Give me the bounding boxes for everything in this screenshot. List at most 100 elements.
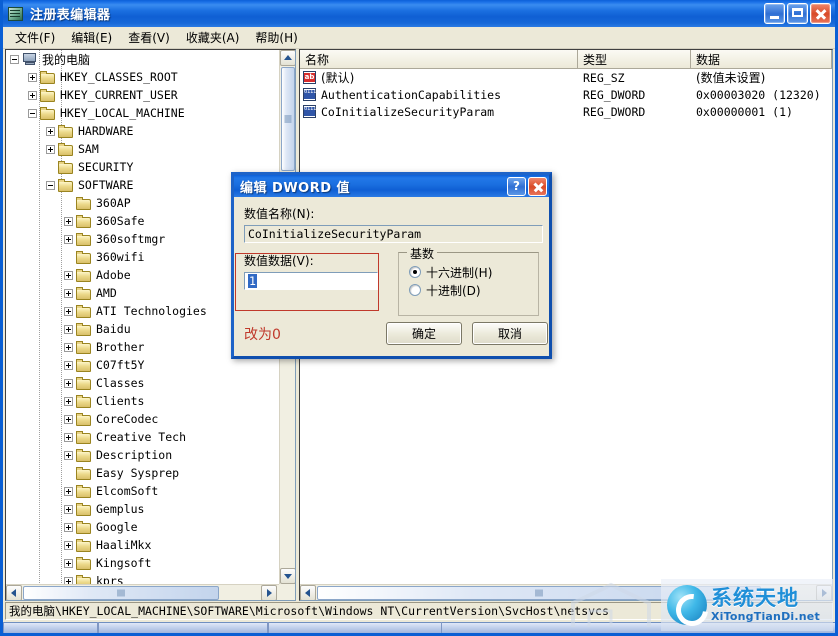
dialog-close-button[interactable]: [528, 176, 547, 196]
expand-icon[interactable]: [64, 414, 73, 424]
expand-icon[interactable]: [64, 576, 73, 584]
tree-item-classes[interactable]: Classes: [6, 374, 279, 392]
expand-icon[interactable]: [64, 288, 73, 298]
ok-button[interactable]: 确定: [386, 322, 462, 345]
radio-dec-icon[interactable]: [409, 284, 421, 296]
tree-item-corecodec[interactable]: CoreCodec: [6, 410, 279, 428]
dialog-body: 数值名称(N): CoInitializeSecurityParam 数值数据(…: [234, 197, 549, 316]
tree-scroll-down-button[interactable]: [280, 568, 295, 584]
expand-icon[interactable]: [28, 90, 37, 100]
expand-icon[interactable]: [64, 522, 73, 532]
collapse-icon[interactable]: [28, 108, 37, 118]
collapse-icon[interactable]: [10, 54, 19, 64]
expand-icon[interactable]: [64, 504, 73, 514]
expand-icon[interactable]: [64, 540, 73, 550]
expand-icon[interactable]: [28, 72, 37, 82]
maximize-button[interactable]: [787, 3, 808, 24]
tree-scroll-left-button[interactable]: [6, 585, 22, 600]
tree-item-sam[interactable]: SAM: [6, 140, 279, 158]
folder-icon: [76, 520, 92, 534]
expand-icon[interactable]: [46, 144, 55, 154]
tree-item-label: HKEY_CLASSES_ROOT: [60, 70, 178, 84]
expand-icon[interactable]: [64, 450, 73, 460]
expand-icon[interactable]: [64, 558, 73, 568]
tree-vertical-scroll-thumb[interactable]: [281, 67, 295, 171]
tree-item-kingsoft[interactable]: Kingsoft: [6, 554, 279, 572]
expand-icon[interactable]: [64, 486, 73, 496]
table-row[interactable]: ab (默认) REG_SZ (数值未设置): [300, 69, 832, 86]
base-option-hex[interactable]: 十六进制(H): [409, 263, 530, 281]
tree-item-label: 360softmgr: [96, 232, 166, 246]
watermark-cn-text: 系统天地: [711, 586, 799, 611]
table-row[interactable]: 011100 AuthenticationCapabilities REG_DWOR…: [300, 86, 832, 103]
values-scroll-left-button[interactable]: [300, 585, 316, 600]
value-data-input[interactable]: 1: [244, 272, 378, 290]
tree-horizontal-scroll-thumb[interactable]: [23, 586, 219, 600]
expand-icon[interactable]: [64, 396, 73, 406]
base-group-label: 基数: [407, 245, 438, 262]
dialog-controls: ?: [507, 176, 547, 196]
expand-icon[interactable]: [64, 360, 73, 370]
expand-icon[interactable]: [64, 324, 73, 334]
tree-item-label: kprs: [96, 574, 124, 584]
tree-item-creative-tech[interactable]: Creative Tech: [6, 428, 279, 446]
column-header-type[interactable]: 类型: [578, 50, 691, 68]
tree-item-label: 我的电脑: [42, 52, 91, 67]
expand-icon[interactable]: [64, 234, 73, 244]
value-name-cell: AuthenticationCapabilities: [321, 87, 502, 102]
folder-icon: [76, 250, 92, 264]
radio-hex-icon[interactable]: [409, 266, 421, 278]
tree-item-kprs[interactable]: kprs: [6, 572, 279, 584]
tree-item-description[interactable]: Description: [6, 446, 279, 464]
expand-icon[interactable]: [64, 432, 73, 442]
tree-item-google[interactable]: Google: [6, 518, 279, 536]
tree-scroll-up-button[interactable]: [280, 50, 295, 66]
value-name-input[interactable]: CoInitializeSecurityParam: [244, 225, 543, 243]
value-type-cell: REG_DWORD: [583, 87, 646, 102]
collapse-icon[interactable]: [46, 180, 55, 190]
tree-item-gemplus[interactable]: Gemplus: [6, 500, 279, 518]
folder-icon: [76, 196, 92, 210]
edit-dword-dialog: 编辑 DWORD 值 ? 数值名称(N): CoInitializeSecuri…: [231, 172, 552, 359]
tree-item-clients[interactable]: Clients: [6, 392, 279, 410]
tree-item-elcomsoft[interactable]: ElcomSoft: [6, 482, 279, 500]
value-data-group: 数值数据(V): 1: [244, 252, 392, 316]
menu-item-view[interactable]: 查看(V): [120, 27, 178, 48]
expand-icon[interactable]: [46, 126, 55, 136]
tree-item-hardware[interactable]: HARDWARE: [6, 122, 279, 140]
cancel-button[interactable]: 取消: [472, 322, 548, 345]
tree-item-hkey-local-machine[interactable]: HKEY_LOCAL_MACHINE: [6, 104, 279, 122]
help-button[interactable]: ?: [507, 176, 526, 196]
tree-item-haalimkx[interactable]: HaaliMkx: [6, 536, 279, 554]
column-header-data[interactable]: 数据: [691, 50, 832, 68]
folder-icon: [76, 484, 92, 498]
tree-item-easy-sysprep[interactable]: Easy Sysprep: [6, 464, 279, 482]
expand-icon[interactable]: [64, 306, 73, 316]
folder-icon: [76, 556, 92, 570]
folder-icon: [76, 574, 92, 584]
close-button[interactable]: [810, 3, 831, 24]
tree-item-hkey-classes-root[interactable]: HKEY_CLASSES_ROOT: [6, 68, 279, 86]
value-name-label: 数值名称(N):: [244, 207, 315, 221]
tree-horizontal-scrollbar[interactable]: [6, 584, 295, 600]
tree-item-label: Clients: [96, 394, 145, 408]
tree-scroll-right-button[interactable]: [261, 585, 277, 600]
tree-item-hkey-current-user[interactable]: HKEY_CURRENT_USER: [6, 86, 279, 104]
menu-item-favorites[interactable]: 收藏夹(A): [178, 27, 248, 48]
dialog-titlebar: 编辑 DWORD 值 ?: [234, 175, 549, 197]
minimize-button[interactable]: [764, 3, 785, 24]
tree-item--[interactable]: 我的电脑: [6, 50, 279, 68]
folder-icon: [76, 448, 92, 462]
expand-icon[interactable]: [64, 378, 73, 388]
column-header-name[interactable]: 名称: [300, 50, 578, 68]
base-option-dec[interactable]: 十进制(D): [409, 281, 530, 299]
expand-icon[interactable]: [64, 270, 73, 280]
expand-icon[interactable]: [64, 216, 73, 226]
menu-item-file[interactable]: 文件(F): [7, 27, 63, 48]
menu-item-edit[interactable]: 编辑(E): [63, 27, 120, 48]
expand-icon[interactable]: [64, 342, 73, 352]
menubar: 文件(F) 编辑(E) 查看(V) 收藏夹(A) 帮助(H): [3, 27, 835, 49]
menu-item-help[interactable]: 帮助(H): [247, 27, 305, 48]
table-row[interactable]: 011100 CoInitializeSecurityParam REG_DWORD…: [300, 103, 832, 120]
tree-item-label: SECURITY: [78, 160, 134, 174]
